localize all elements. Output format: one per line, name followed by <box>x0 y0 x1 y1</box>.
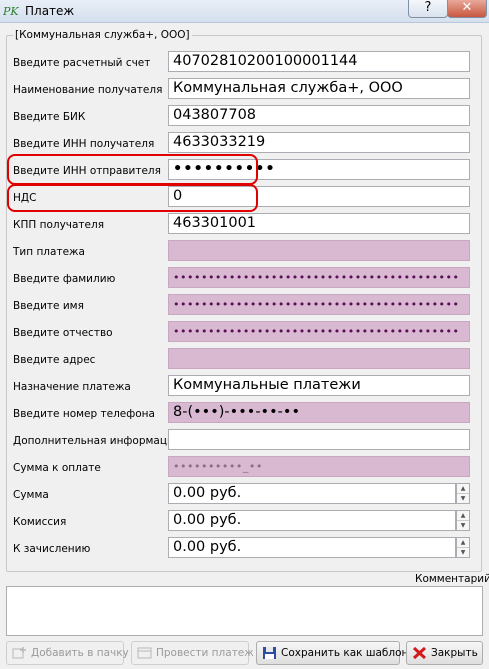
spin-up-icon[interactable]: ▲ <box>457 484 469 494</box>
svg-text:PK: PK <box>3 5 19 18</box>
surname-input: ••••••••••••••••••••••••••••••••••••••••… <box>168 267 470 288</box>
spin-up-icon[interactable]: ▲ <box>457 511 469 521</box>
save-floppy-icon <box>263 647 276 659</box>
save-template-label: Сохранить как шаблон <box>281 647 409 659</box>
additional-info-input[interactable] <box>168 429 470 450</box>
vat-highlight <box>7 184 258 212</box>
commission-label: Комиссия <box>13 516 67 528</box>
account-input[interactable]: 40702810200100001144 <box>168 51 470 72</box>
first-name-value: ••••••••••••••••••••••••••••••••••••••••… <box>173 298 460 311</box>
to-credit-input[interactable]: 0.00 руб. <box>168 537 456 558</box>
amount-due-label: Сумма к оплате <box>13 462 101 474</box>
patronymic-value: ••••••••••••••••••••••••••••••••••••••••… <box>173 325 460 338</box>
close-button[interactable]: Закрыть <box>406 641 483 665</box>
additional-info-label: Дополнительная информация <box>13 435 181 447</box>
comment-label: Комментарий <box>415 573 489 585</box>
recipient-inn-label: Введите ИНН получателя <box>13 138 155 150</box>
surname-value: ••••••••••••••••••••••••••••••••••••••••… <box>173 271 460 284</box>
to-credit-spinner[interactable]: ▲ ▼ <box>456 537 470 558</box>
spin-down-icon[interactable]: ▼ <box>457 548 469 557</box>
window-close-button[interactable]: ✕ <box>447 0 487 18</box>
payment-type-label: Тип платежа <box>13 246 85 258</box>
purpose-label: Назначение платежа <box>13 381 131 393</box>
recipient-name-input[interactable]: Коммунальная служба+, ООО <box>168 78 470 99</box>
add-to-batch-label: Добавить в пачку <box>31 647 129 659</box>
phone-label: Введите номер телефона <box>13 408 155 420</box>
app-logo-icon: PK <box>3 5 19 18</box>
to-credit-label: К зачислению <box>13 543 91 555</box>
help-button[interactable]: ? <box>408 0 448 18</box>
close-label: Закрыть <box>431 647 478 659</box>
close-x-icon <box>412 646 427 660</box>
commission-spinner[interactable]: ▲ ▼ <box>456 510 470 531</box>
sender-inn-highlight <box>7 154 258 185</box>
sum-input[interactable]: 0.00 руб. <box>168 483 456 504</box>
surname-label: Введите фамилию <box>13 273 116 285</box>
recipient-group-title: [Коммунальная служба+, ООО] <box>13 29 192 41</box>
commission-input[interactable]: 0.00 руб. <box>168 510 456 531</box>
amount-due-value: ••••••••••_•• <box>173 460 263 473</box>
patronymic-label: Введите отчество <box>13 327 113 339</box>
process-payment-button[interactable]: Провести платеж <box>131 641 254 665</box>
recipient-inn-input[interactable]: 4633033219 <box>168 132 470 153</box>
save-template-button[interactable]: Сохранить как шаблон <box>256 641 408 665</box>
comment-textarea[interactable] <box>6 586 483 636</box>
sum-spinner[interactable]: ▲ ▼ <box>456 483 470 504</box>
kpp-label: КПП получателя <box>13 219 105 231</box>
window-title: Платеж <box>25 4 75 18</box>
recipient-name-label: Наименование получателя <box>13 84 163 96</box>
sum-label: Сумма <box>13 489 49 501</box>
payment-type-input <box>168 240 470 261</box>
bik-label: Введите БИК <box>13 111 86 123</box>
spin-down-icon[interactable]: ▼ <box>457 494 469 503</box>
bik-input[interactable]: 043807708 <box>168 105 470 126</box>
amount-due-input: ••••••••••_•• <box>168 456 470 477</box>
add-to-batch-icon <box>12 647 26 659</box>
spin-up-icon[interactable]: ▲ <box>457 538 469 548</box>
first-name-input: ••••••••••••••••••••••••••••••••••••••••… <box>168 294 470 315</box>
add-to-batch-button[interactable]: Добавить в пачку <box>6 641 129 665</box>
purpose-input[interactable]: Коммунальные платежи <box>168 375 470 396</box>
address-label: Введите адрес <box>13 354 96 366</box>
process-payment-label: Провести платеж <box>156 647 254 659</box>
first-name-label: Введите имя <box>13 300 84 312</box>
process-payment-icon <box>137 647 152 659</box>
phone-input: 8-(•••)-•••-••-•• <box>168 402 470 423</box>
address-input <box>168 348 470 369</box>
title-bar: PK Платеж ? ✕ <box>0 0 489 23</box>
spin-down-icon[interactable]: ▼ <box>457 521 469 530</box>
account-label: Введите расчетный счет <box>13 57 151 69</box>
kpp-input[interactable]: 463301001 <box>168 213 470 234</box>
patronymic-input: ••••••••••••••••••••••••••••••••••••••••… <box>168 321 470 342</box>
